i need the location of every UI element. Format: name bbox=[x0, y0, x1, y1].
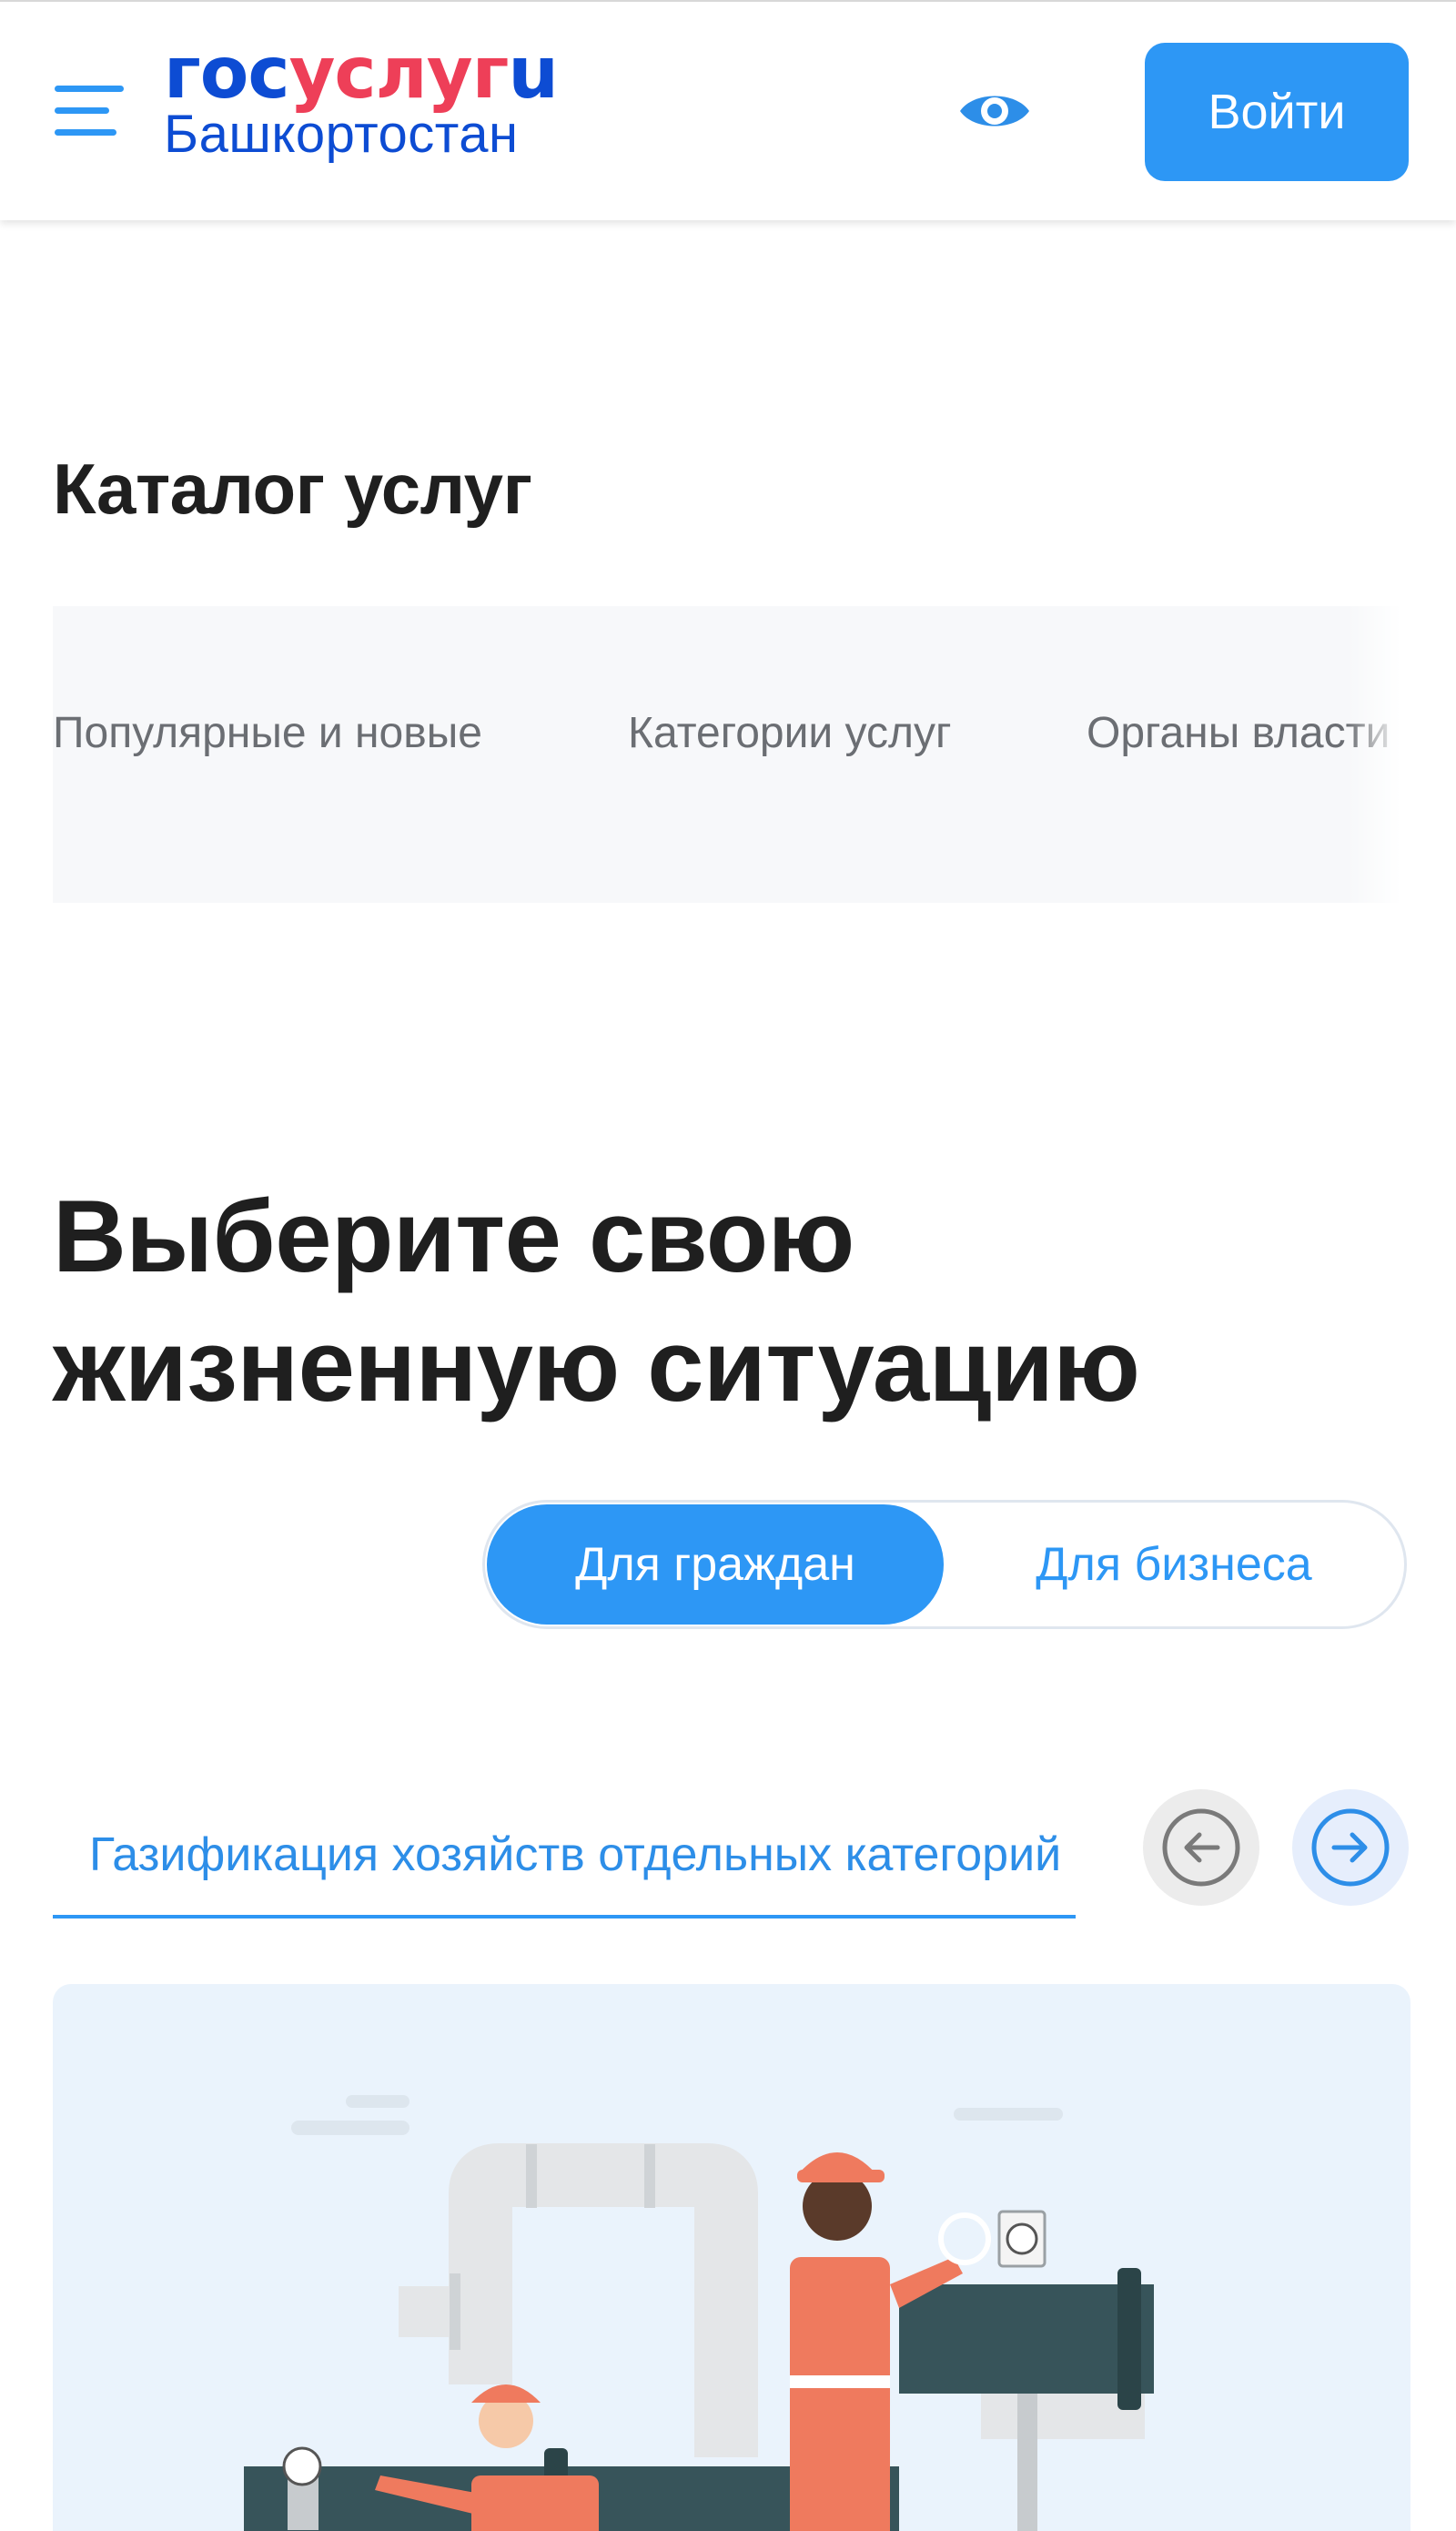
tab-authorities[interactable]: Органы власти bbox=[1087, 708, 1390, 758]
audience-toggle: Для граждан Для бизнеса bbox=[482, 1500, 1407, 1629]
gosuslugi-logo[interactable]: госуслугu Башкортостан bbox=[164, 33, 559, 164]
toggle-citizens[interactable]: Для граждан bbox=[487, 1504, 944, 1625]
situation-tab-label: Газификация хозяйств отдельных категорий bbox=[89, 1828, 1062, 1881]
site-header: госуслугu Башкортостан Войти bbox=[0, 0, 1456, 220]
logo-part-uslugi: услуг bbox=[288, 33, 510, 115]
toggle-business[interactable]: Для бизнеса bbox=[944, 1504, 1404, 1625]
tab-popular-new[interactable]: Популярные и новые bbox=[53, 708, 482, 758]
catalog-tabs: Популярные и новые Категории услуг Орган… bbox=[53, 606, 1401, 903]
gas-workers-illustration bbox=[244, 2095, 1154, 2531]
situation-card[interactable] bbox=[53, 1984, 1410, 2531]
arrow-left-icon[interactable] bbox=[1143, 1789, 1259, 1906]
tabs-fade bbox=[1347, 606, 1401, 903]
life-situation-title-line2: жизненную ситуацию bbox=[53, 1309, 1140, 1422]
arrow-right-icon[interactable] bbox=[1292, 1789, 1409, 1906]
eye-icon[interactable] bbox=[957, 86, 1032, 137]
tab-service-categories[interactable]: Категории услуг bbox=[628, 708, 952, 758]
login-button[interactable]: Войти bbox=[1145, 43, 1409, 181]
logo-part-u: u bbox=[508, 33, 559, 115]
life-situation-title: Выберите свою жизненную ситуацию bbox=[53, 1172, 1140, 1431]
logo-region: Башкортостан bbox=[164, 105, 519, 164]
life-situation-title-line1: Выберите свою bbox=[53, 1179, 854, 1293]
logo-part-gos: гос bbox=[164, 33, 290, 115]
situation-tab-active[interactable]: Газификация хозяйств отдельных категорий bbox=[53, 1811, 1076, 1918]
menu-icon[interactable] bbox=[55, 82, 127, 140]
catalog-title: Каталог услуг bbox=[53, 449, 532, 529]
